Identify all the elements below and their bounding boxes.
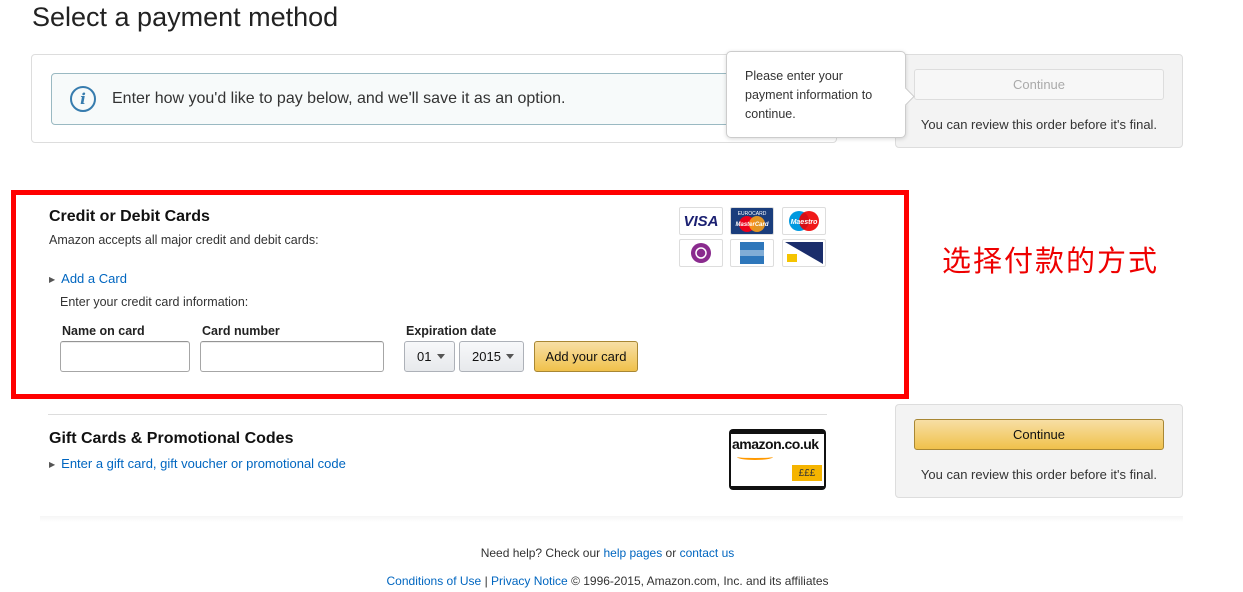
info-box: i Enter how you'd like to pay below, and… [31,54,837,143]
gift-card-brand: amazon.co.uk [732,436,819,452]
svg-text:Maestro: Maestro [791,219,819,226]
amazon-gift-card-image: amazon.co.uk £££ [729,429,826,490]
order-summary-box-top: Continue You can review this order befor… [895,54,1183,148]
year-value: 2015 [472,349,501,364]
add-card-link[interactable]: ▶ Add a Card [49,271,127,286]
chevron-down-icon [437,354,445,359]
help-pages-link[interactable]: help pages [603,546,662,560]
svg-text:MasterCard: MasterCard [735,222,768,228]
add-card-label: Add a Card [61,271,127,286]
american-express-icon [730,239,774,267]
review-note-top: You can review this order before it's fi… [920,117,1158,132]
continue-button-bottom[interactable]: Continue [914,419,1164,450]
gift-cards-title: Gift Cards & Promotional Codes [49,430,294,447]
enter-card-info-label: Enter your credit card information: [60,295,249,309]
cards-section-title: Credit or Debit Cards [49,208,210,225]
add-your-card-button[interactable]: Add your card [534,341,638,372]
gift-card-amount: £££ [792,465,822,481]
privacy-notice-link[interactable]: Privacy Notice [491,574,568,588]
name-on-card-label: Name on card [62,324,145,338]
solo-icon [679,239,723,267]
order-summary-box-bottom: Continue You can review this order befor… [895,404,1183,498]
footer-divider [40,516,1183,522]
tooltip-text: Please enter your payment information to… [745,69,873,121]
copyright-text: © 1996-2015, Amazon.com, Inc. and its af… [571,574,829,588]
mastercard-icon: EUROCARD MasterCard [730,207,774,235]
info-banner: i Enter how you'd like to pay below, and… [51,73,741,125]
section-divider [48,414,827,415]
maestro-icon: Maestro [782,207,826,235]
cards-section-subtitle: Amazon accepts all major credit and debi… [49,233,319,247]
credit-debit-cards-section: Credit or Debit Cards Amazon accepts all… [11,190,909,399]
help-prefix: Need help? Check our [480,546,601,560]
gift-card-link[interactable]: ▶ Enter a gift card, gift voucher or prom… [49,456,346,471]
continue-button-top[interactable]: Continue [914,69,1164,100]
footer-separator: | [484,574,488,588]
annotation-text: 选择付款的方式 [942,244,1160,278]
expand-triangle-icon: ▶ [49,275,56,285]
review-note-bottom: You can review this order before it's fi… [920,467,1158,482]
info-banner-text: Enter how you'd like to pay below, and w… [112,90,566,107]
card-number-label: Card number [202,324,280,338]
copyright-line: Conditions of Use | Privacy Notice © 199… [0,574,1215,588]
amazon-smile-icon [737,454,773,460]
info-icon: i [70,86,96,112]
conditions-of-use-link[interactable]: Conditions of Use [387,574,482,588]
expand-triangle-icon: ▶ [49,460,56,470]
svg-text:EUROCARD: EUROCARD [738,211,767,217]
help-or: or [665,546,677,560]
month-value: 01 [417,349,432,364]
chevron-down-icon [506,354,514,359]
gift-card-link-label: Enter a gift card, gift voucher or promo… [61,456,346,471]
card-number-input[interactable] [200,341,384,372]
help-line: Need help? Check our help pages or conta… [0,546,1215,560]
delta-icon [782,239,826,267]
expiration-year-select[interactable]: 2015 [459,341,524,372]
expiration-month-select[interactable]: 01 [404,341,455,372]
page-title: Select a payment method [32,2,339,32]
contact-us-link[interactable]: contact us [680,546,735,560]
payment-tooltip: Please enter your payment information to… [726,51,906,138]
name-on-card-input[interactable] [60,341,190,372]
visa-icon: VISA [679,207,723,235]
expiration-date-label: Expiration date [406,324,497,338]
